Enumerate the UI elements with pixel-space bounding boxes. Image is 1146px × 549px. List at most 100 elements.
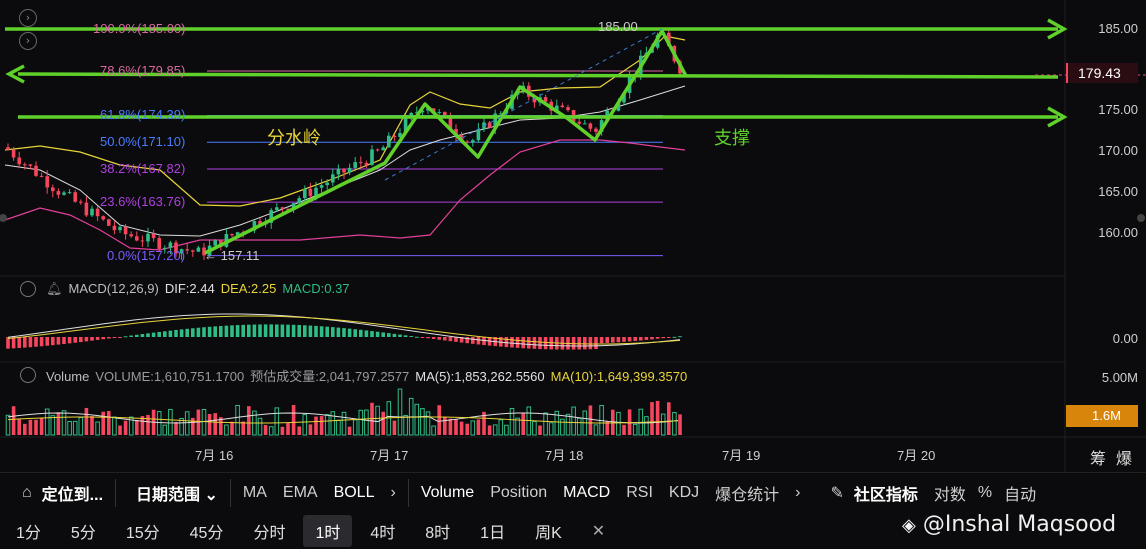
macd-bar [667,337,671,338]
candle-body [95,208,100,217]
fib-label: 78.6%(179.85) [100,62,186,78]
timeframe-45m[interactable]: 45分 [178,515,236,547]
macd-bar [263,324,268,337]
volume-bar [274,407,280,436]
indicator-position[interactable]: Position [482,484,555,502]
indicator-macd[interactable]: MACD [555,484,618,502]
candle-body [45,176,49,188]
timeframe-week[interactable]: 周K [523,515,574,547]
macd-bar [504,337,509,348]
volume-bar [660,413,666,436]
volume-bar [593,424,599,436]
volume-bar [230,421,234,435]
candle-body [39,175,44,177]
timeframe-4h[interactable]: 4时 [358,515,407,547]
community-indicators[interactable]: 社区指标 [846,481,926,505]
volume-bar [414,403,420,436]
macd-bar [28,337,33,348]
liquidation-label[interactable]: 爆 [1116,445,1132,469]
volume-bar [112,416,117,436]
timeframe-1h[interactable]: 1时 [303,514,353,547]
macd-bar [527,337,531,349]
volume-bar [241,421,245,435]
macd-bar [611,337,615,343]
macd-title[interactable]: MACD(12,26,9) [69,281,159,296]
macd-bar [275,324,279,337]
candle-body [487,122,492,128]
macd-bar [644,337,649,340]
auto-scale-toggle[interactable]: 自动 [996,481,1044,505]
volume-bar [443,416,447,435]
candle-body [6,147,10,150]
close-icon[interactable]: ✕ [580,517,617,545]
macd-bar [588,337,593,350]
indicator-rsi[interactable]: RSI [618,484,661,502]
timeframe-1d[interactable]: 1日 [468,515,517,547]
timeframe-1m[interactable]: 1分 [4,515,53,547]
timeframe-8h[interactable]: 8时 [413,515,462,547]
volume-bar [56,412,61,435]
macd-bar [437,337,441,340]
timeframe-5m[interactable]: 5分 [59,515,108,547]
candle-body [342,168,346,173]
volume-title[interactable]: Volume [46,369,89,384]
candle-body [319,185,324,188]
chips-label[interactable]: 筹 [1090,445,1106,469]
macd-bar [353,329,357,337]
volume-bar [23,423,27,435]
watermark: ◈ @Inshal Maqsood [902,512,1116,537]
date-range-button[interactable]: 日期范围 ⌄ [120,481,226,505]
indicator-liquidation[interactable]: 爆仓统计 [707,481,787,505]
candle-body [297,198,301,204]
chevron-right-icon[interactable]: › [382,484,403,502]
price-tick-170: 170.00 [1098,143,1138,158]
candle-body [325,182,329,186]
chevron-right-icon[interactable]: › [787,484,808,502]
current-price: 179.43 [1078,65,1121,81]
indicator-volume[interactable]: Volume [413,484,482,502]
locate-button[interactable]: 定位到... [34,481,111,505]
volume-ma5: MA(5):1,853,262.5560 [415,369,545,384]
volume-eye-icon[interactable] [20,367,36,383]
volume-bar [268,426,274,436]
percent-scale-toggle[interactable]: % [974,484,996,502]
estimated-volume: 预估成交量:2,041,797.2577 [250,369,410,384]
candle-body [73,192,77,202]
volume-bar [168,408,173,436]
overlay-boll[interactable]: BOLL [326,484,383,502]
expand-icon[interactable]: › [19,32,37,50]
timeframe-15m[interactable]: 15分 [114,515,172,547]
candle-body [90,208,94,216]
volume-bar [632,423,638,436]
volume-bar [341,411,347,436]
volume-bar [565,413,571,436]
candle-body [381,147,385,151]
collapse-icon[interactable]: › [19,9,37,27]
macd-bar [62,337,66,345]
candle-body [594,128,598,132]
macd-bar [392,333,397,337]
indicator-kdj[interactable]: KDJ [661,484,707,502]
macd-bar [375,331,380,337]
candle-body [135,236,139,241]
locate-icon[interactable]: ⌂ [0,484,34,502]
timeframe-line[interactable]: 分时 [241,515,297,547]
volume-bar [476,419,481,435]
edit-icon[interactable]: ✎ [808,483,845,503]
volume-bar [247,406,251,435]
macd-bar [140,334,145,337]
bell-icon[interactable]: 🔔︎ [46,281,63,296]
macd-eye-icon[interactable] [20,281,36,297]
overlay-ma[interactable]: MA [235,484,275,502]
volume-bar [347,426,352,435]
candle-body [51,187,55,192]
volume-bar [330,411,336,436]
macd-bar [521,337,525,349]
macd-bar [303,325,307,337]
macd-bar [207,326,212,337]
volume-bar [191,417,195,435]
fib-label: 100.0%(185.00) [93,21,186,36]
overlay-ema[interactable]: EMA [275,484,326,502]
candle-body [370,149,374,165]
log-scale-toggle[interactable]: 对数 [926,481,974,505]
